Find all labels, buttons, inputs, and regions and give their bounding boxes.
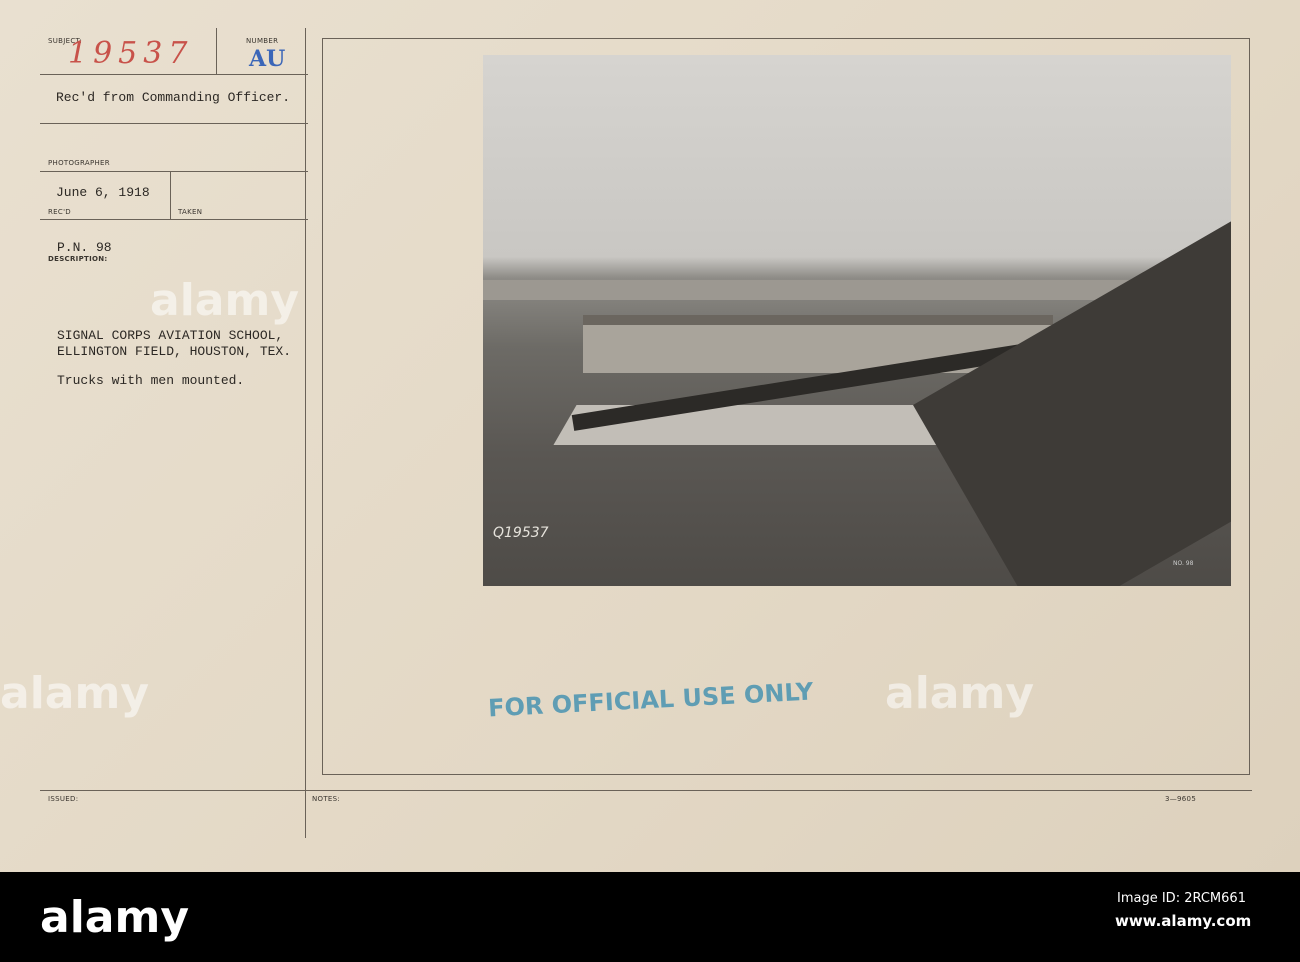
- taken-label: TAKEN: [178, 208, 203, 216]
- divider: [40, 123, 308, 124]
- brand-logo: alamy: [40, 892, 189, 943]
- number-label: NUMBER: [246, 37, 279, 45]
- received-from: Rec'd from Commanding Officer.: [56, 90, 291, 105]
- divider: [40, 171, 308, 172]
- divider: [40, 790, 1252, 791]
- description-line-2: ELLINGTON FIELD, HOUSTON, TEX.: [57, 344, 292, 359]
- roof-foreground: [913, 205, 1231, 586]
- subject-value: 19537: [68, 36, 194, 71]
- archive-card: SUBJECT: 19537 NUMBER AU Rec'd from Comm…: [0, 0, 1300, 872]
- divider: [216, 28, 217, 74]
- caption: Trucks with men mounted.: [57, 373, 245, 388]
- description-label: DESCRIPTION:: [48, 255, 108, 263]
- photograph: Q19537 NO. 98: [483, 55, 1231, 586]
- description-line-1: SIGNAL CORPS AVIATION SCHOOL,: [57, 328, 284, 343]
- footer-bar: alamy Image ID: 2RCM661 www.alamy.com: [0, 872, 1300, 962]
- date-received: June 6, 1918: [56, 185, 150, 200]
- number-value: AU: [249, 46, 286, 72]
- pn-number: P.N. 98: [57, 240, 112, 255]
- divider: [40, 219, 308, 220]
- photo-number: Q19537: [493, 525, 549, 541]
- divider: [40, 74, 308, 75]
- divider: [170, 172, 171, 219]
- photographer-label: PHOTOGRAPHER: [48, 159, 110, 167]
- watermark: alamy: [885, 668, 1034, 719]
- divider: [305, 28, 306, 838]
- photo-neg: NO. 98: [1173, 560, 1194, 567]
- notes-label: NOTES:: [312, 795, 341, 803]
- watermark: alamy: [150, 275, 299, 326]
- watermark: alamy: [0, 668, 149, 719]
- form-number: 3—9605: [1165, 795, 1197, 803]
- image-id: Image ID: 2RCM661: [1117, 891, 1246, 906]
- site-url[interactable]: www.alamy.com: [1115, 912, 1251, 930]
- recd-label: REC'D: [48, 208, 71, 216]
- issued-label: ISSUED:: [48, 795, 79, 803]
